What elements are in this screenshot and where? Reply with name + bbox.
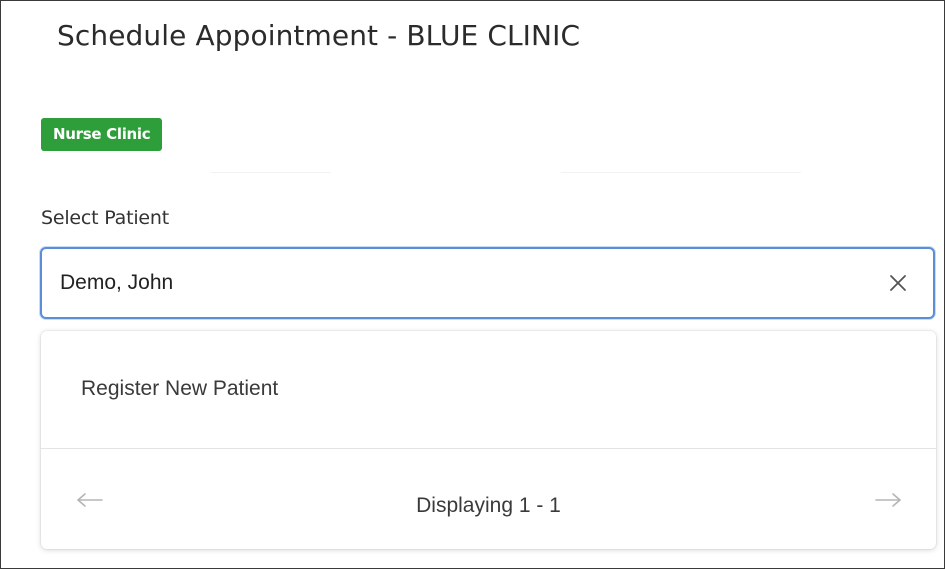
results-pager: Displaying 1 - 1 [41, 449, 936, 549]
divider [561, 172, 801, 173]
patient-results-dropdown: Register New Patient Displaying 1 - 1 [41, 331, 936, 549]
register-new-patient-option[interactable]: Register New Patient [41, 331, 936, 448]
divider [211, 172, 331, 173]
pager-status: Displaying 1 - 1 [416, 494, 561, 517]
patient-search-input[interactable] [60, 249, 860, 317]
close-icon[interactable] [885, 270, 911, 296]
page-title: Schedule Appointment - BLUE CLINIC [57, 19, 581, 52]
clinic-type-badge: Nurse Clinic [41, 118, 163, 151]
register-new-patient-label: Register New Patient [81, 377, 279, 400]
arrow-right-icon[interactable] [873, 491, 903, 509]
select-patient-label: Select Patient [41, 207, 170, 229]
patient-search-field[interactable] [40, 247, 935, 319]
schedule-appointment-panel: Schedule Appointment - BLUE CLINIC Nurse… [0, 0, 945, 569]
